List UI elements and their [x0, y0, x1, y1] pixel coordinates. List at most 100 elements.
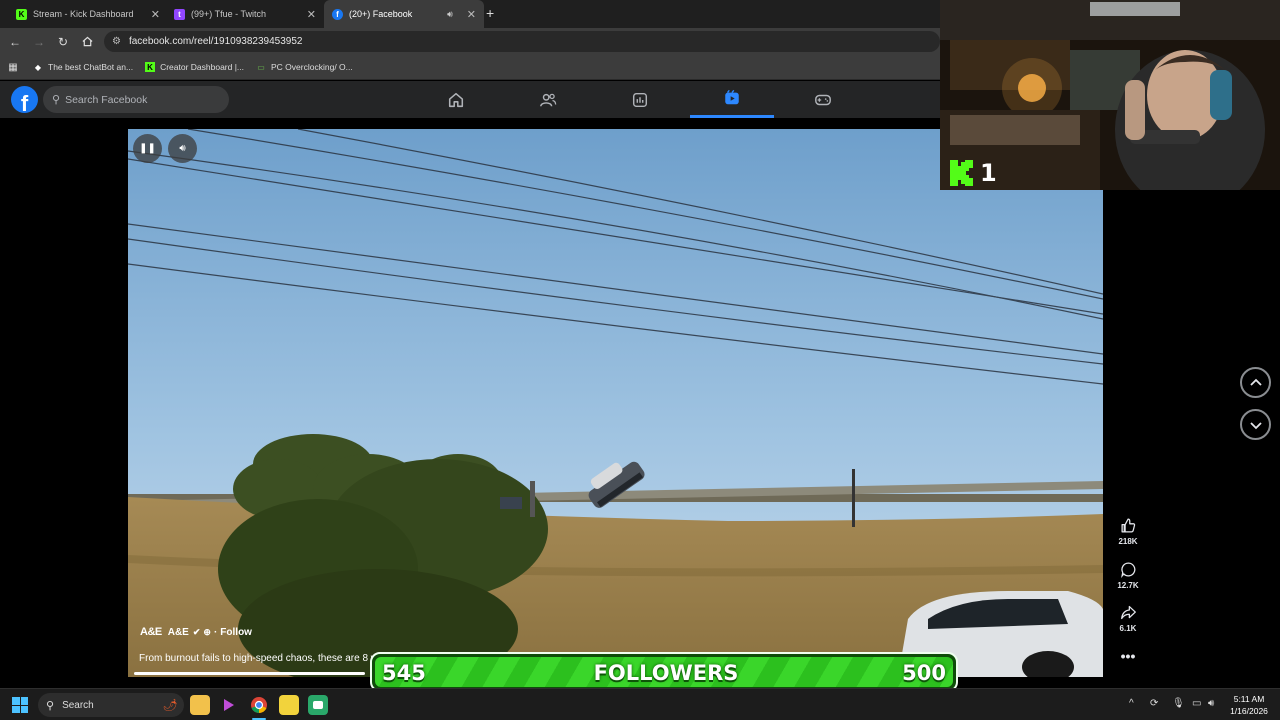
reel-video-frame	[128, 129, 1103, 677]
tab-title: Stream - Kick Dashboard	[33, 9, 134, 19]
sync-icon[interactable]: ⟳	[1150, 698, 1158, 709]
chevron-up-icon	[1249, 378, 1262, 386]
goal-target: 500	[902, 661, 946, 685]
goal-label: FOLLOWERS	[593, 661, 739, 685]
system-clock[interactable]: 5:11 AM 1/16/2026	[1226, 693, 1272, 717]
nav-home[interactable]	[414, 81, 498, 118]
chatbot-icon: ◆	[34, 62, 42, 72]
comment-button[interactable]: 12.7K	[1112, 561, 1144, 590]
separator-dot: ·	[213, 626, 218, 638]
bookmark-creator-dashboard[interactable]: K Creator Dashboard |...	[145, 62, 244, 72]
new-tab-icon[interactable]: +	[486, 5, 494, 21]
more-options-button[interactable]: •••	[1112, 648, 1144, 664]
reload-icon[interactable]: ↻	[51, 30, 75, 54]
kick-viewer-badge: 1	[950, 159, 997, 187]
app-launcher-icon[interactable]	[219, 695, 239, 715]
twitch-icon: t	[174, 8, 185, 20]
like-button[interactable]: 218K	[1112, 517, 1144, 546]
close-icon[interactable]: ✕	[467, 8, 476, 21]
facebook-icon: f	[332, 8, 343, 20]
tab-title: (20+) Facebook	[349, 9, 413, 19]
video-icon	[725, 89, 739, 105]
volume-icon[interactable]: 🔊︎	[1208, 698, 1214, 709]
close-icon[interactable]: ✕	[151, 8, 160, 21]
speaker-icon: 🔊︎	[179, 143, 186, 154]
search-icon: ⚲	[52, 94, 61, 106]
bookmark-label: Creator Dashboard |...	[160, 62, 245, 72]
obs-app-icon[interactable]	[308, 695, 328, 715]
url-text: facebook.com/reel/1910938239453952	[128, 36, 303, 47]
clock-time: 5:11 AM	[1233, 694, 1265, 704]
clock-date: 1/16/2026	[1230, 706, 1268, 716]
next-reel-button[interactable]	[1240, 409, 1271, 440]
taskbar-search[interactable]: ⚲ Search 🌶︎	[38, 693, 184, 717]
volume-button[interactable]: 🔊︎	[168, 134, 197, 163]
previous-reel-button[interactable]	[1240, 367, 1271, 398]
tab-kick-dashboard[interactable]: K Stream - Kick Dashboard ✕	[8, 0, 168, 28]
share-icon	[1120, 605, 1136, 620]
home-icon[interactable]	[75, 30, 99, 54]
chili-pepper-icon: 🌶︎	[162, 698, 178, 712]
nav-gaming[interactable]	[781, 81, 865, 118]
apps-grid-icon[interactable]: ▦	[1, 55, 25, 79]
follow-button[interactable]: Follow	[220, 627, 252, 638]
reel-author[interactable]: A&E A&E ✔ ⊕ · Follow	[140, 626, 252, 638]
taskbar-search-label: Search	[62, 699, 94, 711]
facebook-search-input[interactable]: ⚲ Search Facebook	[43, 86, 229, 113]
facebook-header: f ⚲ Search Facebook	[0, 81, 940, 118]
tab-facebook[interactable]: f (20+) Facebook 🔊︎ ✕	[324, 0, 484, 28]
globe-icon: ⊕	[203, 626, 211, 637]
share-button[interactable]: 6.1K	[1112, 604, 1144, 633]
bookmark-label: The best ChatBot an...	[48, 62, 134, 72]
gaming-icon	[815, 94, 831, 105]
kick-icon: K	[145, 62, 156, 72]
file-explorer-icon[interactable]	[190, 695, 210, 715]
reel-progress-bar[interactable]	[134, 672, 365, 675]
friends-icon	[540, 93, 557, 107]
bookmark-label: PC Overclocking/ O...	[271, 62, 353, 72]
comment-icon	[1120, 562, 1135, 578]
tab-twitch[interactable]: t (99+) Tfue - Twitch ✕	[166, 0, 324, 28]
chevron-down-icon	[1249, 421, 1262, 429]
author-logo: A&E	[140, 626, 162, 638]
bookmark-pc-overclocking[interactable]: ▭ PC Overclocking/ O...	[256, 62, 353, 72]
site-settings-icon[interactable]: ⚙︎	[112, 36, 121, 47]
author-name[interactable]: A&E	[168, 627, 189, 638]
network-icon[interactable]: ▭	[1192, 698, 1201, 709]
nav-video[interactable]	[690, 81, 774, 118]
address-bar[interactable]: ⚙︎ facebook.com/reel/1910938239453952	[104, 31, 940, 52]
kick-icon: K	[16, 8, 27, 20]
more-icon: •••	[1120, 648, 1136, 664]
forward-arrow-icon[interactable]: →	[27, 30, 51, 54]
nav-feeds[interactable]	[598, 81, 682, 118]
verified-icon: ✔	[192, 626, 201, 637]
chevron-up-icon[interactable]: ^	[1129, 698, 1134, 709]
bookmark-chatbot[interactable]: ◆ The best ChatBot an...	[33, 62, 133, 72]
speaker-icon[interactable]: 🔊︎	[447, 9, 453, 20]
pc-icon: ▭	[257, 62, 265, 72]
thumbs-up-icon	[1120, 518, 1135, 533]
reel-caption: From burnout fails to high-speed chaos, …	[139, 653, 379, 664]
reel-video-player[interactable]: ❚❚ 🔊︎ A&E A&E ✔ ⊕ · Follow From burnout …	[128, 129, 1103, 677]
comment-count: 12.7K	[1117, 581, 1139, 590]
home-icon	[448, 92, 464, 107]
windows-taskbar: ⚲ Search 🌶︎ ^ ⟳ 🎙︎ ▭ 🔊︎ 5:11 AM 1/16/202…	[0, 688, 1280, 720]
close-icon[interactable]: ✕	[307, 8, 316, 21]
microphone-icon[interactable]: 🎙︎	[1172, 698, 1185, 709]
facebook-logo-icon[interactable]: f	[11, 86, 38, 113]
chrome-icon[interactable]	[249, 695, 269, 715]
followers-goal-bar: 545 FOLLOWERS 500	[370, 652, 958, 692]
pause-icon: ❚❚	[139, 143, 156, 154]
viewer-count: 1	[980, 159, 997, 187]
share-count: 6.1K	[1119, 624, 1137, 633]
like-count: 218K	[1118, 537, 1138, 546]
windows-start-icon[interactable]	[12, 697, 28, 713]
nav-friends[interactable]	[506, 81, 590, 118]
search-icon: ⚲	[46, 699, 55, 712]
feeds-icon	[632, 92, 648, 107]
back-arrow-icon[interactable]: ←	[3, 30, 27, 54]
search-placeholder: Search Facebook	[65, 93, 148, 106]
pause-button[interactable]: ❚❚	[133, 134, 162, 163]
kick-logo-icon	[950, 160, 973, 186]
sticky-notes-icon[interactable]	[279, 695, 299, 715]
